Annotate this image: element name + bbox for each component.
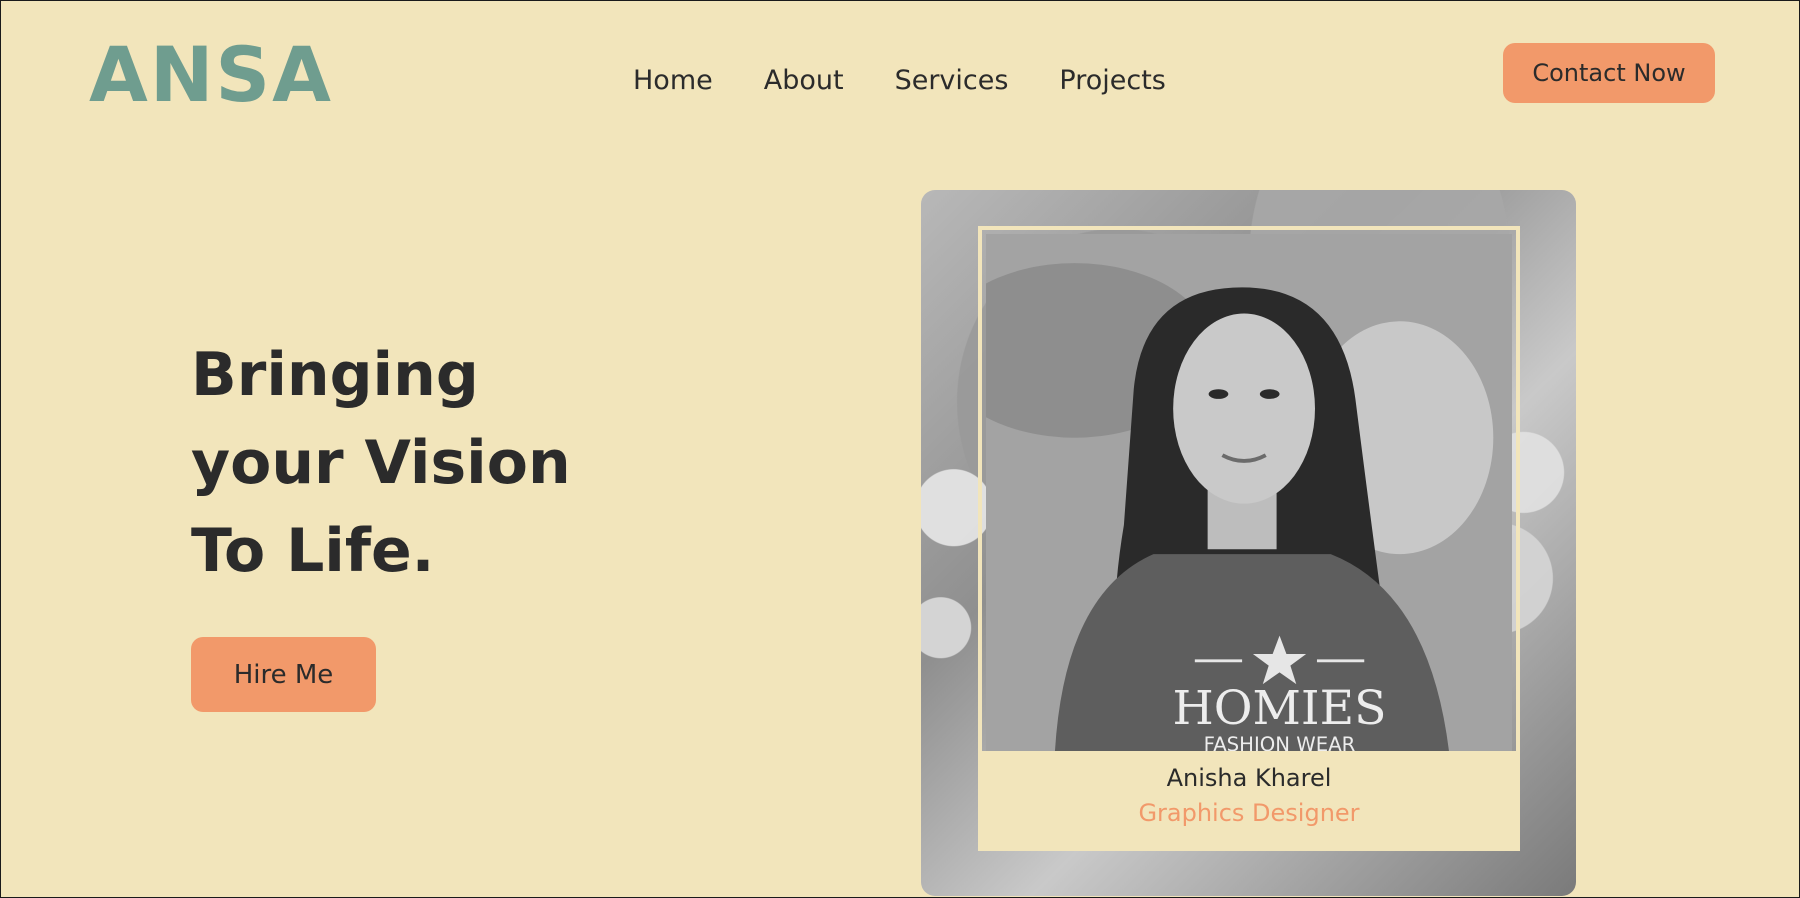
hero-title-line: Bringing xyxy=(191,340,479,410)
profile-role: Graphics Designer xyxy=(1138,799,1360,827)
profile-photo-card: HOMIES FASHION WEAR Anisha Kharel Graphi… xyxy=(921,190,1576,896)
hero-title: Bringing your Vision To Life. xyxy=(191,331,571,595)
hero-title-line: your Vision xyxy=(191,428,571,498)
page: ANSA Home About Services Projects Contac… xyxy=(0,0,1800,898)
nav-link-projects[interactable]: Projects xyxy=(1059,63,1165,99)
main-nav: Home About Services Projects xyxy=(633,63,1166,99)
logo[interactable]: ANSA xyxy=(89,35,333,115)
hero-title-line: To Life. xyxy=(191,516,435,586)
nav-link-services[interactable]: Services xyxy=(895,63,1009,99)
profile-name: Anisha Kharel xyxy=(1166,764,1332,792)
portrait-illustration: HOMIES FASHION WEAR xyxy=(986,234,1512,751)
nav-link-home[interactable]: Home xyxy=(633,63,713,99)
contact-now-button[interactable]: Contact Now xyxy=(1503,43,1715,103)
profile-portrait: HOMIES FASHION WEAR xyxy=(986,234,1512,751)
shirt-print-top: HOMIES xyxy=(1173,681,1387,736)
shirt-print-bottom: FASHION WEAR xyxy=(1204,733,1356,751)
photo-frame: HOMIES FASHION WEAR Anisha Kharel Graphi… xyxy=(978,226,1520,851)
hire-me-button[interactable]: Hire Me xyxy=(191,637,376,712)
profile-caption: Anisha Kharel Graphics Designer xyxy=(982,751,1516,847)
nav-link-about[interactable]: About xyxy=(764,63,844,99)
